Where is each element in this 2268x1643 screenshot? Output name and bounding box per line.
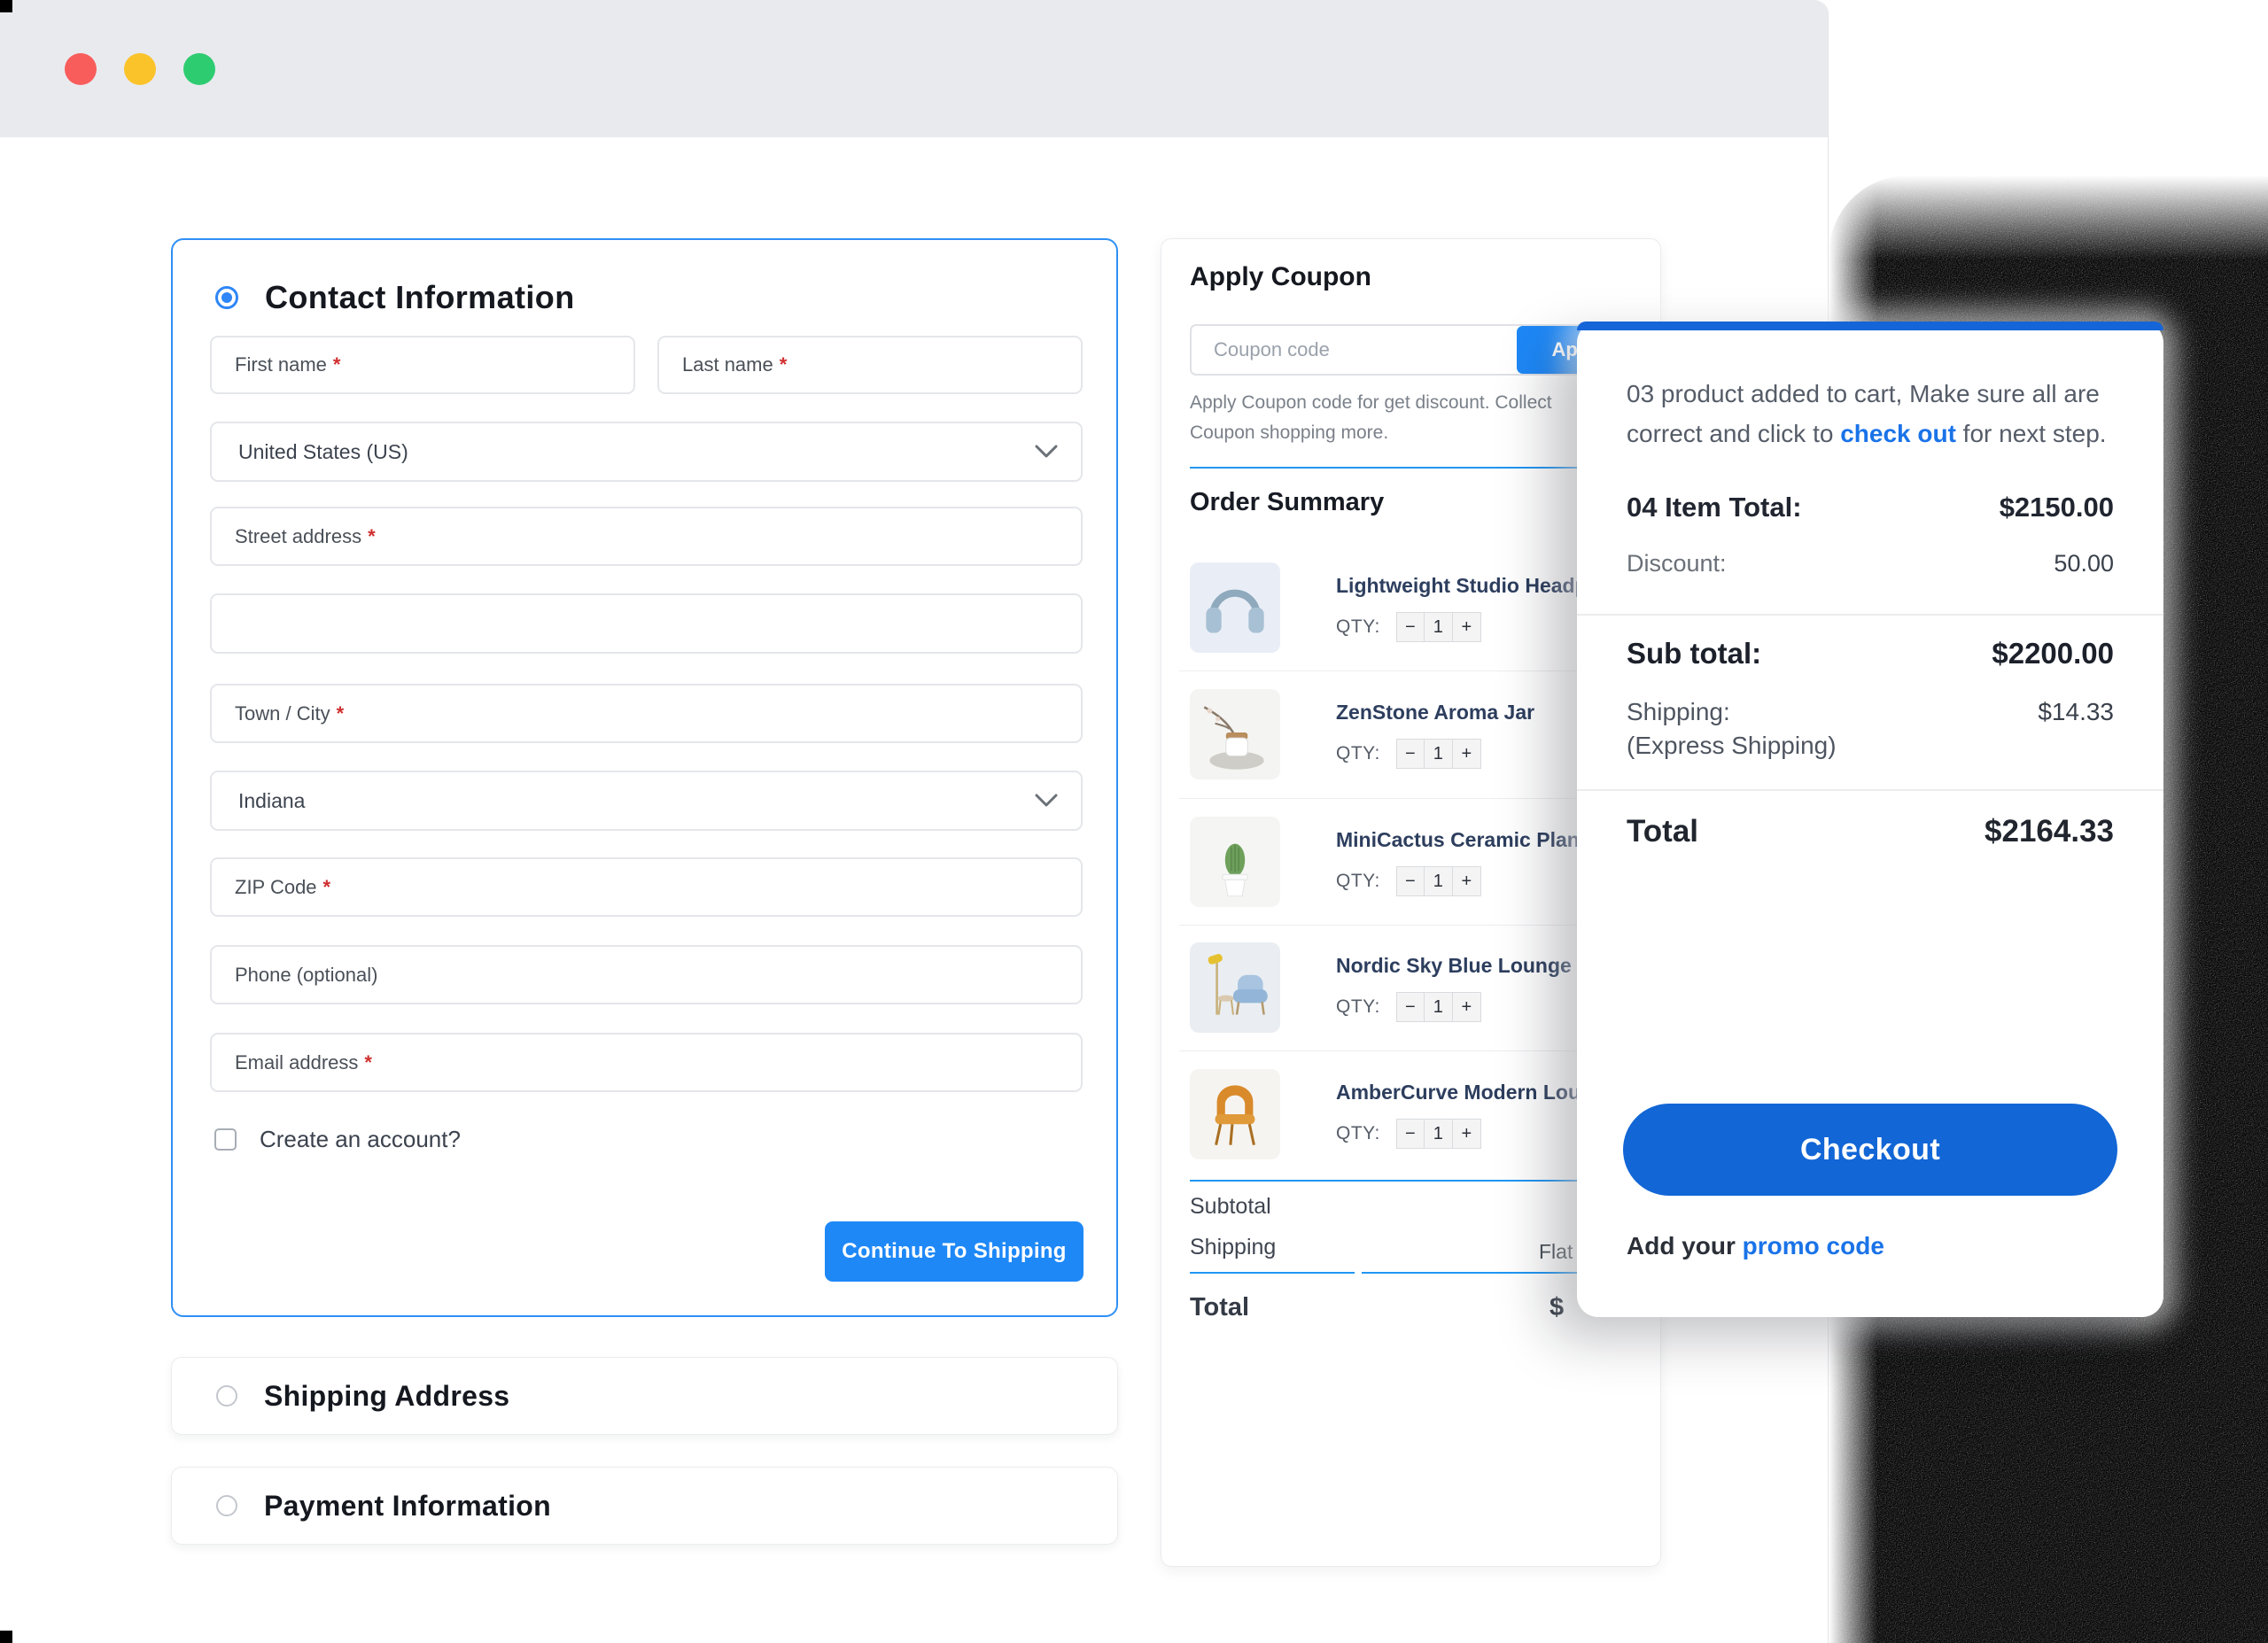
required-mark: * [337,702,345,725]
cart-message: 03 product added to cart, Make sure all … [1627,375,2123,454]
town-city-field[interactable]: Town / City* [210,684,1083,743]
required-mark: * [780,353,788,376]
divider [1190,467,1634,469]
product-image-cactus [1190,817,1280,907]
browser-window: Contact Information First name* Last nam… [0,0,1829,1643]
phone-field[interactable]: Phone (optional) [210,945,1083,1004]
qty-label: QTY: [1336,743,1380,764]
qty-decrease-button[interactable]: − [1396,866,1425,896]
corner-artifact [0,1631,12,1643]
promo-code-link[interactable]: promo code [1743,1232,1884,1259]
qty-label: QTY: [1336,616,1380,638]
checkout-button[interactable]: Checkout [1623,1104,2117,1196]
product-image-headphones [1190,562,1280,653]
qty-label: QTY: [1336,996,1380,1018]
summary-shipping-value: Flat [1539,1240,1573,1264]
payment-section-radio[interactable] [216,1495,237,1516]
shipping-section-radio[interactable] [216,1385,237,1407]
qty-decrease-button[interactable]: − [1396,612,1425,642]
required-mark: * [333,353,341,376]
required-mark: * [368,525,376,548]
shipping-row: Shipping: $14.33 [1627,698,2114,726]
close-button[interactable] [65,53,97,85]
contact-information-section: Contact Information First name* Last nam… [171,238,1118,1317]
first-name-field[interactable]: First name* [210,336,635,394]
create-account-label: Create an account? [260,1126,461,1153]
state-select[interactable]: Indiana [210,771,1083,831]
subtotal-row: Sub total: $2200.00 [1627,637,2114,670]
shipping-section-title: Shipping Address [264,1380,509,1413]
summary-subtotal-label: Subtotal [1190,1194,1271,1220]
qty-decrease-button[interactable]: − [1396,739,1425,769]
qty-increase-button[interactable]: + [1453,866,1481,896]
chevron-down-icon [1035,794,1058,808]
minimize-button[interactable] [124,53,156,85]
continue-to-shipping-button[interactable]: Continue To Shipping [825,1221,1084,1282]
apply-coupon-title: Apply Coupon [1190,262,1371,292]
qty-value: 1 [1425,992,1453,1022]
divider [1190,1180,1634,1182]
qty-decrease-button[interactable]: − [1396,1119,1425,1149]
window-titlebar [0,0,1828,137]
quantity-stepper: − 1 + [1396,1119,1481,1149]
summary-total-label: Total [1190,1293,1249,1322]
quantity-stepper: − 1 + [1396,992,1481,1022]
product-image-lounge-chair-set [1190,942,1280,1033]
qty-value: 1 [1425,866,1453,896]
summary-total-value: $ [1550,1293,1564,1322]
quantity-stepper: − 1 + [1396,612,1481,642]
qty-value: 1 [1425,739,1453,769]
payment-information-section[interactable]: Payment Information [171,1467,1118,1545]
divider [1577,789,2163,791]
shipping-method-note: (Express Shipping) [1627,732,1837,760]
required-mark: * [323,876,331,899]
country-select[interactable]: United States (US) [210,422,1083,482]
qty-value: 1 [1425,1119,1453,1149]
product-image-amber-chair [1190,1069,1280,1159]
divider [1190,1272,1355,1274]
order-summary-title: Order Summary [1190,488,1384,517]
qty-label: QTY: [1336,1123,1380,1144]
email-field[interactable]: Email address* [210,1033,1083,1092]
chevron-down-icon [1035,445,1058,459]
item-total-row: 04 Item Total: $2150.00 [1627,492,2114,523]
quantity-stepper: − 1 + [1396,866,1481,896]
street-address-field[interactable]: Street address* [210,507,1083,566]
check-out-link[interactable]: check out [1840,420,1956,447]
discount-row: Discount: 50.00 [1627,550,2114,577]
card-accent-bar [1577,322,2163,330]
qty-label: QTY: [1336,871,1380,892]
payment-section-title: Payment Information [264,1490,551,1523]
qty-value: 1 [1425,612,1453,642]
qty-decrease-button[interactable]: − [1396,992,1425,1022]
qty-increase-button[interactable]: + [1453,739,1481,769]
cart-summary-card: 03 product added to cart, Make sure all … [1577,322,2163,1317]
total-row: Total $2164.33 [1627,814,2114,849]
contact-section-radio[interactable] [215,286,238,309]
divider [1577,614,2163,616]
shipping-address-section[interactable]: Shipping Address [171,1357,1118,1435]
product-name: MiniCactus Ceramic Planter [1336,828,1605,852]
contact-section-title: Contact Information [265,279,575,316]
product-name: ZenStone Aroma Jar [1336,701,1534,725]
summary-shipping-label: Shipping [1190,1235,1276,1260]
maximize-button[interactable] [183,53,215,85]
qty-increase-button[interactable]: + [1453,612,1481,642]
quantity-stepper: − 1 + [1396,739,1481,769]
qty-increase-button[interactable]: + [1453,1119,1481,1149]
promo-code-row: Add your promo code [1627,1232,1884,1260]
last-name-field[interactable]: Last name* [657,336,1083,394]
required-mark: * [364,1051,372,1074]
qty-increase-button[interactable]: + [1453,992,1481,1022]
corner-artifact [0,0,12,12]
create-account-checkbox[interactable] [214,1128,237,1151]
zip-code-field[interactable]: ZIP Code* [210,857,1083,917]
product-image-aroma-jar [1190,689,1280,779]
coupon-helper-text: Apply Coupon code for get discount. Coll… [1190,388,1608,447]
street-address-2-field[interactable] [210,593,1083,654]
